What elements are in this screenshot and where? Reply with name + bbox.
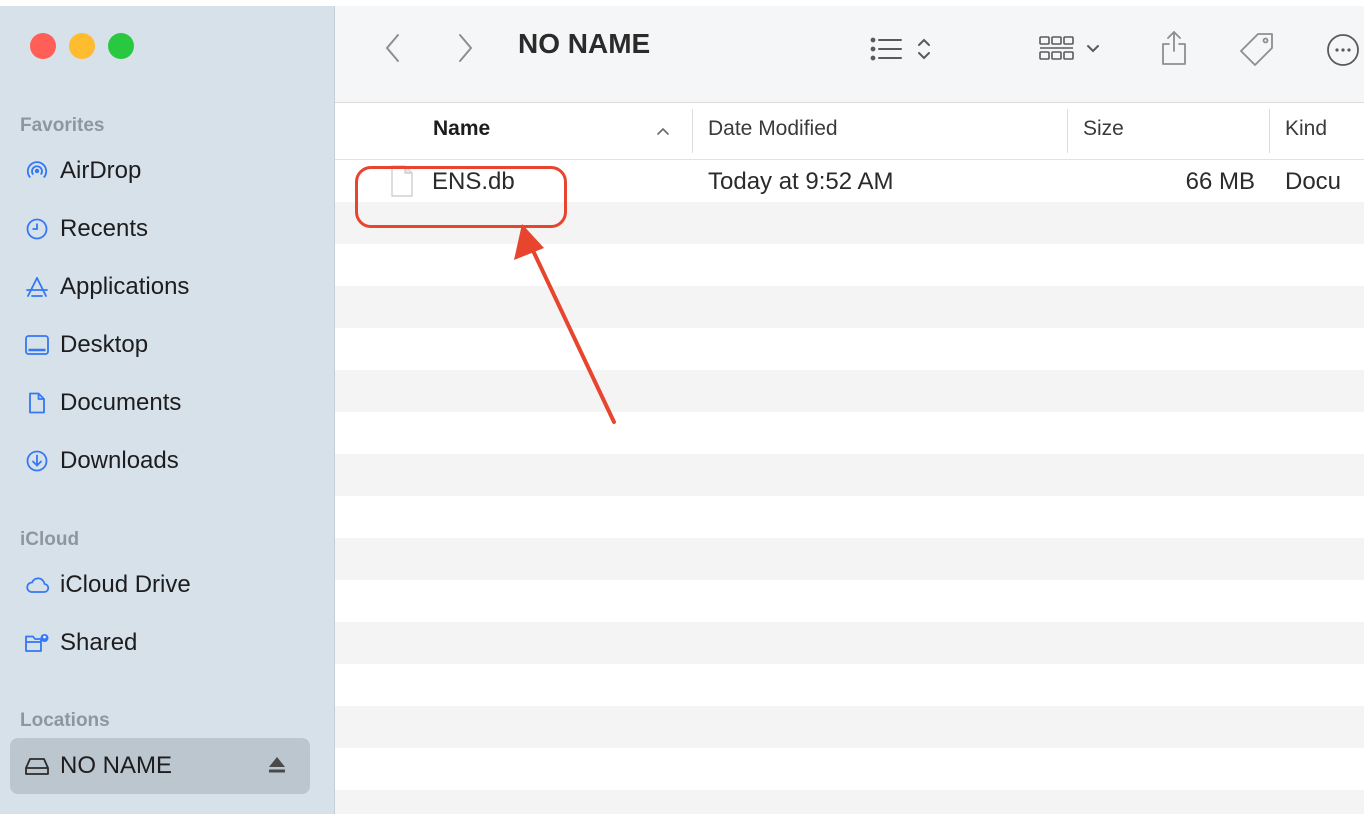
- minimize-window-button[interactable]: [69, 33, 95, 59]
- sidebar-item-label: iCloud Drive: [60, 571, 191, 598]
- column-date-modified[interactable]: Date Modified: [708, 117, 838, 141]
- sidebar-item-label: Recents: [60, 215, 149, 242]
- empty-row: [335, 370, 1364, 412]
- sort-ascending-icon[interactable]: [655, 123, 671, 139]
- annotation-highlight-box: [355, 166, 567, 228]
- share-icon[interactable]: [1157, 28, 1191, 68]
- sidebar-item-label: Applications: [60, 273, 190, 300]
- shared-folder-icon: [24, 630, 50, 656]
- forward-icon[interactable]: [451, 30, 479, 66]
- sidebar-item-no-name-drive[interactable]: NO NAME: [10, 738, 310, 794]
- maximize-window-button[interactable]: [108, 33, 134, 59]
- empty-row: [335, 454, 1364, 496]
- file-date-modified: Today at 9:52 AM: [708, 168, 894, 195]
- column-size[interactable]: Size: [1083, 117, 1124, 141]
- sidebar-item-label: AirDrop: [60, 157, 142, 184]
- drive-icon: [24, 753, 50, 779]
- sidebar-item-label: Downloads: [60, 447, 179, 474]
- cloud-icon: [24, 572, 50, 598]
- desktop-icon: [24, 332, 50, 358]
- empty-row: [335, 412, 1364, 454]
- sidebar-item-recents[interactable]: Recents: [10, 207, 310, 251]
- column-divider[interactable]: [692, 109, 693, 153]
- empty-row: [335, 538, 1364, 580]
- file-list: ENS.db Today at 9:52 AM 66 MB Docu: [335, 160, 1364, 814]
- empty-row: [335, 496, 1364, 538]
- section-header-locations: Locations: [20, 710, 110, 731]
- empty-row: [335, 748, 1364, 790]
- empty-row: [335, 622, 1364, 664]
- close-window-button[interactable]: [30, 33, 56, 59]
- column-name[interactable]: Name: [433, 117, 490, 141]
- document-icon: [24, 390, 50, 416]
- list-view-icon[interactable]: [865, 32, 945, 66]
- file-size: 66 MB: [1185, 168, 1255, 195]
- applications-icon: [24, 274, 50, 300]
- annotation-arrow: [514, 224, 616, 424]
- back-icon[interactable]: [379, 30, 407, 66]
- tag-icon[interactable]: [1235, 28, 1279, 72]
- sidebar-item-desktop[interactable]: Desktop: [10, 323, 310, 367]
- sidebar-item-label: Desktop: [60, 331, 149, 358]
- column-divider[interactable]: [1067, 109, 1068, 153]
- window-title: NO NAME: [518, 28, 651, 59]
- toolbar: NO NAME: [335, 6, 1364, 103]
- sidebar-item-label: NO NAME: [60, 752, 173, 779]
- download-icon: [24, 448, 50, 474]
- column-header: Name Date Modified Size Kind: [335, 103, 1364, 160]
- sidebar-item-shared[interactable]: Shared: [10, 621, 310, 665]
- empty-row: [335, 580, 1364, 622]
- empty-row: [335, 790, 1364, 814]
- sidebar-item-label: Documents: [60, 389, 182, 416]
- column-divider[interactable]: [1269, 109, 1270, 153]
- empty-row: [335, 286, 1364, 328]
- finder-window: Favorites AirDrop Recents Applications D…: [0, 6, 1364, 814]
- sidebar-item-label: Shared: [60, 629, 138, 656]
- column-kind[interactable]: Kind: [1285, 117, 1327, 141]
- group-grid-icon[interactable]: [1037, 32, 1107, 66]
- sidebar-item-documents[interactable]: Documents: [10, 381, 310, 425]
- sidebar-item-downloads[interactable]: Downloads: [10, 439, 310, 483]
- empty-row: [335, 328, 1364, 370]
- more-actions-icon[interactable]: [1323, 30, 1364, 70]
- sidebar-item-applications[interactable]: Applications: [10, 265, 310, 309]
- airdrop-icon: [24, 158, 50, 184]
- empty-row: [335, 244, 1364, 286]
- empty-row: [335, 664, 1364, 706]
- sidebar: Favorites AirDrop Recents Applications D…: [0, 6, 335, 814]
- clock-icon: [24, 216, 50, 242]
- empty-row: [335, 706, 1364, 748]
- file-kind: Docu: [1285, 168, 1342, 195]
- sidebar-item-icloud-drive[interactable]: iCloud Drive: [10, 563, 310, 607]
- section-header-icloud: iCloud: [20, 529, 80, 550]
- section-header-favorites: Favorites: [20, 115, 105, 136]
- eject-icon[interactable]: [266, 754, 288, 776]
- sidebar-item-airdrop[interactable]: AirDrop: [10, 149, 310, 193]
